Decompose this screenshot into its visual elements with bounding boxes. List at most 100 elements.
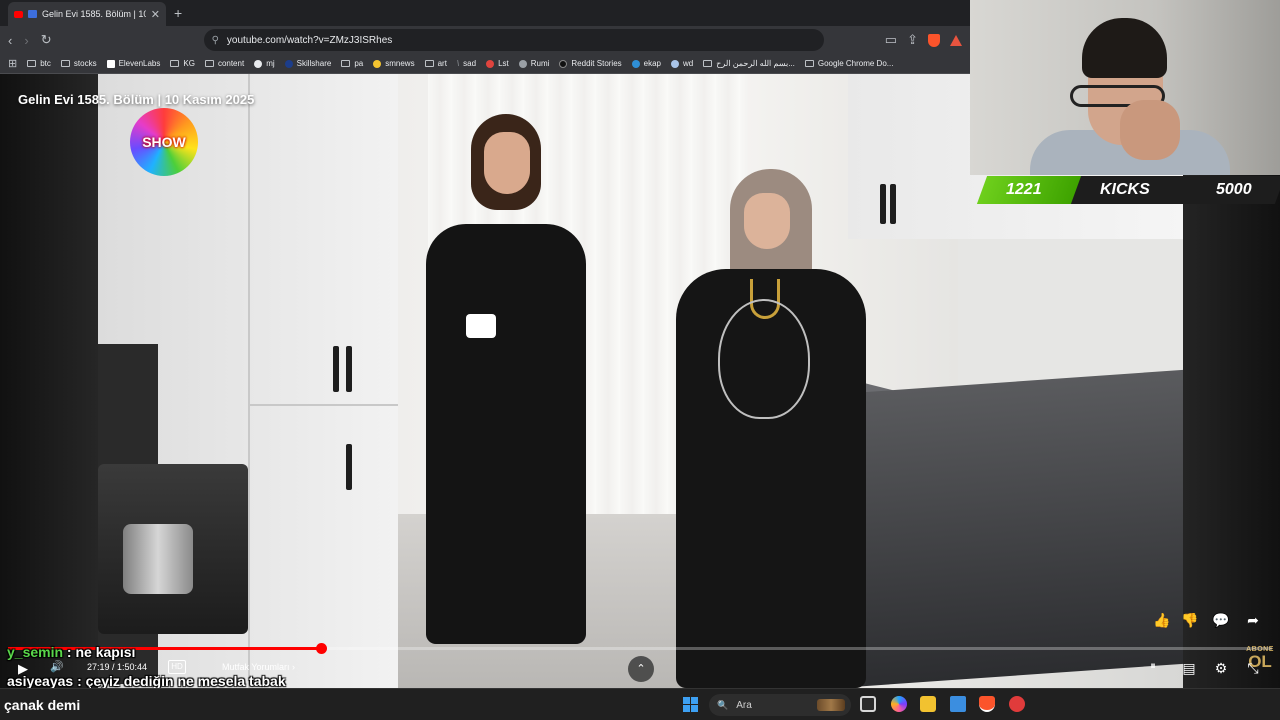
windows-start-icon[interactable] bbox=[683, 697, 698, 712]
search-icon: 🔍 bbox=[717, 699, 729, 710]
back-button[interactable]: ‹ bbox=[8, 33, 12, 48]
page-icon bbox=[703, 60, 713, 67]
search-placeholder: Ara bbox=[736, 699, 752, 711]
expand-up-icon[interactable]: ⌃ bbox=[628, 656, 654, 682]
cast-icon[interactable]: ▭ bbox=[885, 32, 897, 48]
chat-separator: : bbox=[63, 644, 76, 660]
taskbar-search[interactable]: 🔍 Ara bbox=[709, 694, 851, 716]
chat-username: y_semin bbox=[7, 644, 64, 660]
comment-icon[interactable]: 💬 bbox=[1211, 612, 1231, 629]
bookmark-label: ekap bbox=[643, 59, 662, 68]
bookmark-reddit-stories[interactable]: Reddit Stories bbox=[559, 59, 622, 68]
cabinet-handle bbox=[346, 346, 352, 392]
browser-tab-active[interactable]: Gelin Evi 1585. Bölüm | 10 Kasım ✕ bbox=[8, 2, 166, 26]
screen: Gelin Evi 1585. Bölüm | 10 Kasım ✕ + ‹ ›… bbox=[0, 0, 1280, 720]
bookmark-label: pa bbox=[354, 59, 364, 68]
file-explorer-icon[interactable] bbox=[920, 696, 936, 712]
bookmark-pa[interactable]: pa bbox=[341, 59, 363, 68]
bookmark-art[interactable]: art bbox=[424, 59, 447, 68]
bookmark-rumi[interactable]: Rumi bbox=[518, 59, 549, 68]
like-icon[interactable]: 👍 bbox=[1152, 612, 1172, 629]
address-bar[interactable]: ⚲ youtube.com/watch?v=ZMzJ3ISRhes bbox=[203, 29, 824, 51]
bookmark-btc[interactable]: btc bbox=[27, 59, 51, 68]
folder-icon bbox=[60, 60, 70, 67]
bookmark-skillshare[interactable]: Skillshare bbox=[284, 59, 331, 68]
share-page-icon[interactable]: ⇪ bbox=[907, 32, 918, 48]
bookmark-label: Reddit Stories bbox=[571, 59, 622, 68]
video-title[interactable]: Gelin Evi 1585. Bölüm | 10 Kasım 2025 bbox=[18, 92, 254, 107]
chat-text: çeyiz dediğin ne mesela tabak bbox=[85, 673, 286, 689]
settings-icon[interactable]: ⚙ bbox=[1211, 660, 1231, 677]
exit-fullscreen-icon[interactable]: ⤡ bbox=[1243, 660, 1263, 677]
bookmark-sad[interactable]: \ sad bbox=[457, 59, 476, 68]
bookmark-arabic[interactable]: بسم الله الرحمن الرح... bbox=[703, 59, 795, 68]
brave-browser-icon[interactable] bbox=[979, 696, 995, 712]
bookmark-elevenlabs[interactable]: ElevenLabs bbox=[106, 59, 160, 68]
video-indicator-icon bbox=[28, 10, 37, 18]
record-app-icon[interactable] bbox=[1009, 696, 1025, 712]
youtube-favicon-icon bbox=[14, 10, 23, 18]
folder-icon bbox=[204, 60, 214, 67]
volume-icon[interactable]: 🔊 bbox=[50, 660, 64, 673]
dislike-icon[interactable]: 👎 bbox=[1180, 612, 1200, 629]
video-progress-bar[interactable] bbox=[8, 643, 1272, 654]
wd-icon bbox=[671, 59, 680, 68]
new-tab-button[interactable]: + bbox=[174, 5, 182, 21]
rumi-icon bbox=[518, 59, 527, 68]
snipping-tool-icon[interactable] bbox=[950, 696, 966, 712]
github-icon bbox=[254, 59, 263, 68]
taskbar-left-text: çanak demi bbox=[4, 697, 81, 713]
cup bbox=[466, 314, 496, 338]
folder-icon bbox=[170, 60, 180, 67]
bookmark-label: sad bbox=[463, 59, 477, 68]
bookmark-label: wd bbox=[683, 59, 694, 68]
url-text: youtube.com/watch?v=ZMzJ3ISRhes bbox=[226, 34, 393, 46]
emoji-icon bbox=[373, 59, 382, 68]
site-info-icon[interactable]: ⚲ bbox=[212, 35, 219, 46]
bookmark-label: stocks bbox=[73, 59, 97, 68]
slash-icon: \ bbox=[456, 59, 460, 68]
brave-rewards-icon[interactable] bbox=[950, 34, 962, 46]
folder-icon bbox=[804, 60, 814, 67]
bookmark-wd[interactable]: wd bbox=[671, 59, 693, 68]
brave-shields-icon[interactable] bbox=[928, 33, 940, 47]
apps-icon[interactable]: ⊞ bbox=[8, 57, 17, 70]
scene-lower-cabinets bbox=[838, 369, 1183, 688]
bookmark-content[interactable]: content bbox=[204, 59, 244, 68]
autoplay-toggle-icon[interactable]: ⏸ bbox=[1143, 660, 1163, 673]
bookmark-mj[interactable]: mj bbox=[254, 59, 275, 68]
chapter-title[interactable]: Mutfak Yorumları › bbox=[222, 662, 295, 672]
bookmark-label: Google Chrome Do... bbox=[817, 59, 894, 68]
task-view-icon[interactable] bbox=[860, 696, 876, 712]
kicks-current: 1221 bbox=[1006, 181, 1042, 198]
cabinet-handle bbox=[333, 346, 339, 392]
share-icon[interactable]: ➦ bbox=[1243, 612, 1263, 629]
bookmark-chrome-do[interactable]: Google Chrome Do... bbox=[804, 59, 894, 68]
scene-pot bbox=[123, 524, 193, 594]
show-logo-text: SHOW bbox=[142, 134, 186, 150]
chat-username: asiyeayas bbox=[7, 673, 74, 689]
browser-toolbar: ‹ › ↻ ⚲ youtube.com/watch?v=ZMzJ3ISRhes … bbox=[0, 26, 970, 54]
cabinet-handle bbox=[890, 184, 896, 224]
bookmark-kg[interactable]: KG bbox=[170, 59, 195, 68]
cabinet-seam bbox=[248, 74, 250, 688]
captions-icon[interactable]: ▤ bbox=[1179, 660, 1199, 677]
reload-button[interactable]: ↻ bbox=[41, 32, 52, 48]
person-face bbox=[484, 132, 530, 194]
copilot-icon[interactable] bbox=[891, 696, 907, 712]
cabinet-handle bbox=[880, 184, 886, 224]
forward-button[interactable]: › bbox=[24, 33, 28, 48]
bookmark-label: btc bbox=[40, 59, 51, 68]
windows-taskbar: çanak demi bbox=[0, 688, 1280, 720]
chapter-arrow-icon: › bbox=[292, 662, 296, 672]
bookmark-label: KG bbox=[183, 59, 195, 68]
quality-badge[interactable]: HD bbox=[168, 660, 186, 674]
bookmark-smnews[interactable]: smnews bbox=[373, 59, 415, 68]
bookmark-ekap[interactable]: ekap bbox=[631, 59, 662, 68]
bookmark-stocks[interactable]: stocks bbox=[60, 59, 97, 68]
elevenlabs-icon bbox=[106, 59, 115, 68]
chat-message: asiyeayas : çeyiz dediğin ne mesela taba… bbox=[7, 673, 286, 689]
person-face bbox=[744, 193, 790, 249]
bookmark-lst[interactable]: Lst bbox=[486, 59, 509, 68]
tab-close-icon[interactable]: ✕ bbox=[151, 8, 160, 21]
